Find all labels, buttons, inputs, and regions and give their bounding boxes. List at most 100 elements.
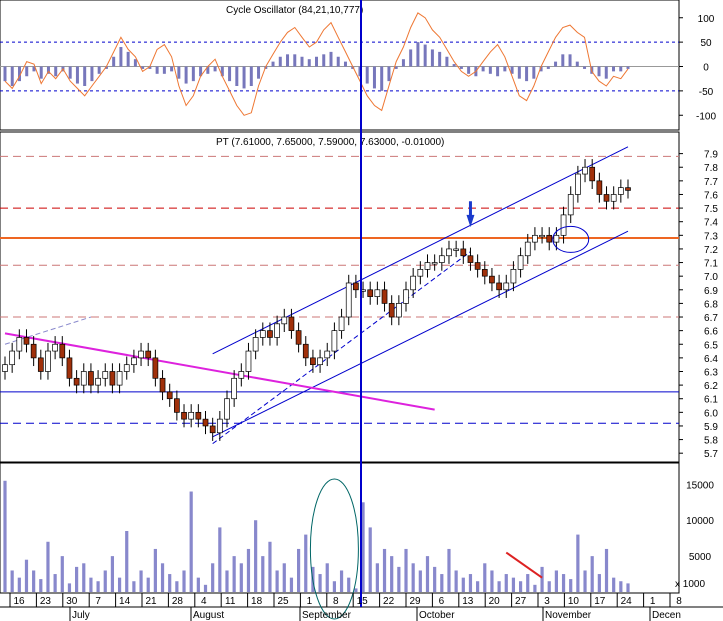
- candle-down: [295, 330, 302, 345]
- price-tick-label: 7.6: [704, 190, 718, 201]
- volume-tick-label: 15000: [686, 480, 714, 491]
- volume-bar: [497, 581, 501, 592]
- candle-down: [367, 289, 374, 297]
- candle-up: [560, 214, 567, 236]
- volume-bar: [468, 574, 473, 592]
- volume-bar: [175, 581, 179, 592]
- day-tick-label: 20: [489, 596, 501, 607]
- candle-down: [174, 398, 180, 413]
- candle-down: [603, 194, 610, 202]
- candle-up: [453, 248, 459, 251]
- candle-down: [59, 343, 66, 359]
- candle-up: [403, 289, 409, 304]
- volume-bar: [160, 563, 165, 592]
- volume-bar: [418, 570, 422, 592]
- candle-up: [123, 364, 130, 372]
- volume-bar: [89, 577, 93, 592]
- day-tick-label: 21: [145, 596, 157, 607]
- channel-upper-line: [212, 146, 629, 355]
- volume-bar: [196, 577, 200, 592]
- candle-up: [424, 262, 431, 270]
- candle-down: [302, 343, 309, 359]
- candle-down: [489, 275, 495, 284]
- price-tick-label: 6.9: [704, 286, 718, 297]
- price-tick-label: 7.9: [704, 150, 718, 161]
- price-tick-label: 6.4: [704, 354, 718, 365]
- candle-down: [37, 357, 44, 372]
- day-tick-label: 1: [650, 596, 656, 607]
- candle-up: [553, 234, 560, 243]
- volume-bar: [561, 574, 566, 592]
- candle-down: [353, 282, 359, 291]
- day-tick-label: 23: [40, 596, 52, 607]
- candle-up: [510, 269, 517, 284]
- day-tick-label: 8: [333, 596, 339, 607]
- volume-bar: [540, 566, 544, 592]
- volume-bar: [447, 548, 451, 592]
- volume-bar: [146, 577, 150, 592]
- day-tick-label: 6: [439, 596, 445, 607]
- volume-tick-label: 10000: [686, 516, 714, 527]
- candle-down: [589, 166, 596, 182]
- volume-bar: [132, 581, 136, 592]
- candle-up: [410, 275, 417, 291]
- volume-bar: [461, 577, 465, 592]
- candle-down: [152, 357, 159, 379]
- candle-up: [16, 337, 23, 352]
- price-tick-label: 6.1: [704, 395, 718, 406]
- volume-bar: [239, 563, 243, 592]
- volume-bar: [576, 534, 580, 592]
- candle-up: [281, 316, 288, 325]
- candle-down: [381, 289, 388, 304]
- volume-bar: [103, 570, 107, 592]
- oscillator-tick-label: -50: [699, 87, 714, 98]
- candle-up: [116, 371, 123, 386]
- candle-up: [331, 330, 338, 352]
- candle-down: [267, 330, 273, 338]
- volume-bar: [518, 581, 523, 592]
- price-tick-label: 6.5: [704, 340, 718, 351]
- volume-bar: [504, 574, 508, 592]
- declining-volume-annotation: [505, 551, 543, 579]
- candle-down: [596, 180, 603, 195]
- price-tick-label: 5.8: [704, 436, 718, 447]
- day-tick-label: 11: [225, 596, 236, 607]
- candle-up: [345, 282, 352, 318]
- volume-bar: [590, 556, 594, 592]
- volume-bar: [218, 527, 222, 592]
- candle-down: [496, 282, 502, 291]
- candle-up: [567, 194, 574, 216]
- day-tick-label: 10: [568, 596, 580, 607]
- day-tick-label: 7: [95, 596, 101, 607]
- volume-bar: [53, 574, 57, 592]
- candle-up: [252, 337, 259, 352]
- month-label: November: [545, 610, 592, 621]
- price-tick-label: 6.2: [704, 381, 718, 392]
- down-arrow-annotation: [466, 201, 475, 228]
- day-tick-label: 25: [277, 596, 289, 607]
- volume-bar: [82, 563, 86, 592]
- candle-up: [338, 316, 345, 331]
- candle-up: [131, 357, 137, 366]
- candle-up: [216, 418, 223, 434]
- volume-bar: [261, 556, 265, 592]
- volume-bar: [117, 577, 122, 592]
- candle-up: [324, 350, 331, 359]
- volume-bar: [332, 581, 337, 592]
- volume-bar: [368, 527, 372, 592]
- day-tick-label: 4: [201, 596, 207, 607]
- volume-bar: [347, 577, 351, 592]
- candle-up: [582, 166, 588, 175]
- candle-down: [73, 377, 80, 386]
- candle-up: [539, 234, 545, 238]
- candle-down: [310, 357, 316, 366]
- price-layer: 7.9 7.8 7.7 7.6 7.5 7.4 7.3 7.2 7.1 7.0 6.9 6.8 6.7 6…: [0, 146, 718, 460]
- volume-bar: [440, 574, 444, 592]
- candle-up: [2, 364, 8, 372]
- day-tick-label: 15: [357, 596, 369, 607]
- volume-bar: [404, 548, 408, 592]
- candle-up: [524, 241, 531, 257]
- volume-bar: [476, 581, 480, 592]
- day-tick-label: 28: [172, 596, 184, 607]
- oscillator-tick-label: 0: [703, 63, 709, 74]
